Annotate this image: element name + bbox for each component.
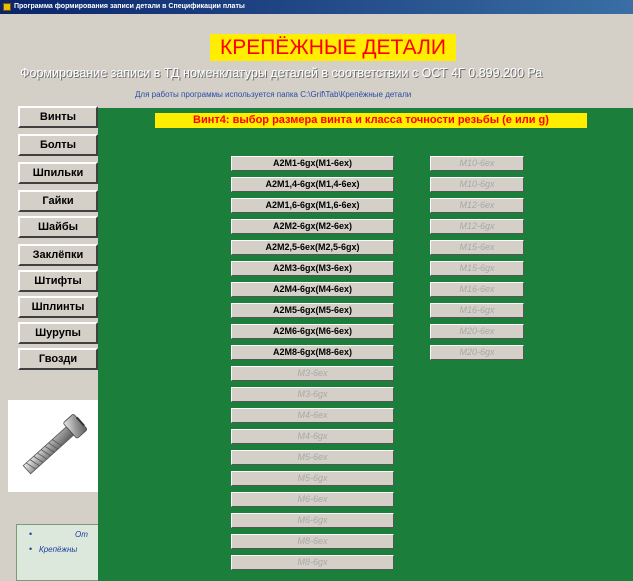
size-button-disabled: M8-6gx	[231, 555, 394, 570]
info-line-2: Крепёжны	[39, 545, 78, 554]
size-button[interactable]: A2M2-6gx(M2-6ex)	[231, 219, 394, 234]
folder-note: Для работы программы используется папка …	[135, 90, 412, 99]
info-line-1: От	[75, 530, 88, 539]
size-button-disabled: M12-6ex	[430, 198, 524, 213]
app-icon	[3, 3, 11, 11]
size-button-disabled: M3-6ex	[231, 366, 394, 381]
size-button[interactable]: A2M2,5-6ex(M2,5-6gx)	[231, 240, 394, 255]
size-button-disabled: M4-6ex	[231, 408, 394, 423]
size-button-disabled: M12-6gx	[430, 219, 524, 234]
size-button-disabled: M5-6ex	[231, 450, 394, 465]
screw-illustration	[8, 400, 100, 492]
info-box: • От • Крепёжны	[16, 524, 106, 581]
size-button-disabled: M16-6gx	[430, 303, 524, 318]
bullet-icon: •	[29, 529, 33, 539]
size-button-disabled: M20-6gx	[430, 345, 524, 360]
nav-button-washers[interactable]: Шайбы	[18, 216, 98, 238]
size-button-disabled: M20-6ex	[430, 324, 524, 339]
size-button[interactable]: A2M1-6gx(M1-6ex)	[231, 156, 394, 171]
nav-button-bolts[interactable]: Болты	[18, 134, 98, 156]
size-button-disabled: M8-6ex	[231, 534, 394, 549]
nav-button-cotter-pins[interactable]: Шплинты	[18, 296, 98, 318]
size-button-disabled: M5-6gx	[231, 471, 394, 486]
size-button-disabled: M16-6ex	[430, 282, 524, 297]
size-button-disabled: M3-6gx	[231, 387, 394, 402]
size-selection-panel: Винт4: выбор размера винта и класса точн…	[98, 108, 633, 581]
nav-button-rivets[interactable]: Заклёпки	[18, 244, 98, 266]
nav-button-studs[interactable]: Шпильки	[18, 162, 98, 184]
size-button-disabled: M6-6gx	[231, 513, 394, 528]
size-button[interactable]: A2M1,4-6gx(M1,4-6ex)	[231, 177, 394, 192]
window-title: Программа формирования записи детали в С…	[14, 3, 245, 10]
size-button-disabled: M10-6gx	[430, 177, 524, 192]
size-button[interactable]: A2M6-6gx(M6-6ex)	[231, 324, 394, 339]
size-button-disabled: M15-6gx	[430, 261, 524, 276]
nav-button-screws[interactable]: Винты	[18, 106, 98, 128]
page-title: КРЕПЁЖНЫЕ ДЕТАЛИ	[210, 34, 456, 61]
title-bar: Программа формирования записи детали в С…	[0, 0, 633, 14]
size-button[interactable]: A2M3-6gx(M3-6ex)	[231, 261, 394, 276]
bullet-icon: •	[29, 544, 33, 554]
size-button-disabled: M10-6ex	[430, 156, 524, 171]
size-button-disabled: M4-6gx	[231, 429, 394, 444]
screw-icon	[22, 414, 88, 475]
nav-button-nuts[interactable]: Гайки	[18, 190, 98, 212]
size-button[interactable]: A2M4-6gx(M4-6ex)	[231, 282, 394, 297]
size-button-disabled: M6-6ex	[231, 492, 394, 507]
size-button-disabled: M15-6ex	[430, 240, 524, 255]
nav-button-pins[interactable]: Штифты	[18, 270, 98, 292]
page-subtitle: Формирование записи в ТД номенклатуры де…	[20, 66, 543, 80]
nav-button-wood-screws[interactable]: Шурупы	[18, 322, 98, 344]
size-button[interactable]: A2M8-6gx(M8-6ex)	[231, 345, 394, 360]
size-button[interactable]: A2M5-6gx(M5-6ex)	[231, 303, 394, 318]
panel-heading: Винт4: выбор размера винта и класса точн…	[155, 113, 587, 128]
size-button[interactable]: A2M1,6-6gx(M1,6-6ex)	[231, 198, 394, 213]
nav-button-nails[interactable]: Гвозди	[18, 348, 98, 370]
